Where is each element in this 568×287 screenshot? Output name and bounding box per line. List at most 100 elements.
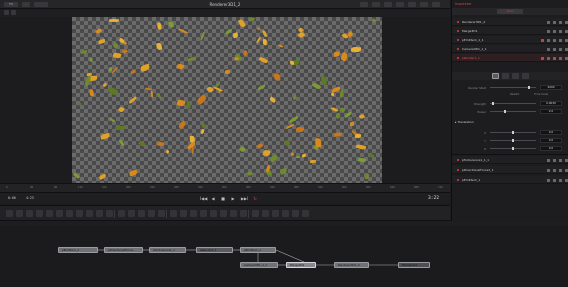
inspector-tool-pdirectionalforce[interactable]: pDirectionalForce2_1 xyxy=(452,166,568,174)
param-value[interactable]: 0.0 xyxy=(540,138,562,143)
render-sub-left[interactable]: Restart xyxy=(510,93,519,96)
tool-button-22[interactable] xyxy=(220,210,227,217)
lock-icon[interactable] xyxy=(559,29,562,33)
timecode-end[interactable]: 4:23 xyxy=(26,196,34,200)
tool-button-6[interactable] xyxy=(56,210,63,217)
pin-icon[interactable] xyxy=(553,47,556,51)
inspector-tool-merge[interactable]: Merge3D1 xyxy=(452,27,568,35)
render-sub-right[interactable]: Time Scale xyxy=(534,93,548,96)
node-prender[interactable]: pRender1_1 xyxy=(196,247,233,253)
param-value[interactable]: 0.0 xyxy=(540,130,562,135)
viewer-canvas[interactable] xyxy=(0,17,450,183)
param-value[interactable]: 2000 xyxy=(540,85,562,90)
inspector-tool-prender[interactable]: pRender1_1 xyxy=(452,54,568,62)
pin-icon[interactable] xyxy=(553,168,556,172)
tool-button-28[interactable] xyxy=(282,210,289,217)
timecode-current[interactable]: 3:22 xyxy=(428,196,439,201)
tool-button-5[interactable] xyxy=(46,210,53,217)
param-value[interactable]: 2.0 xyxy=(540,109,562,114)
viewer-option-4[interactable] xyxy=(396,2,404,7)
lock-icon[interactable] xyxy=(559,47,562,51)
param-slider[interactable] xyxy=(490,86,536,89)
param-slider[interactable] xyxy=(490,102,536,105)
subview-icon[interactable] xyxy=(4,10,9,15)
reverse-play-button[interactable]: ◀ xyxy=(210,196,216,202)
tool-button-25[interactable] xyxy=(252,210,259,217)
tool-button-15[interactable] xyxy=(148,210,155,217)
tab-controls[interactable] xyxy=(492,73,499,79)
translation-header[interactable]: ▸ Translation xyxy=(455,120,474,124)
tool-button-16[interactable] xyxy=(158,210,165,217)
lock-icon[interactable] xyxy=(559,168,562,172)
version-icon[interactable] xyxy=(547,178,550,182)
tool-button-13[interactable] xyxy=(128,210,135,217)
lock-icon[interactable] xyxy=(559,56,562,60)
lock-icon[interactable] xyxy=(559,38,562,42)
tool-button-4[interactable] xyxy=(36,210,43,217)
tool-button-30[interactable] xyxy=(302,210,309,217)
tool-button-21[interactable] xyxy=(210,210,217,217)
lock-icon[interactable] xyxy=(559,158,562,162)
tool-button-23[interactable] xyxy=(230,210,237,217)
viewer-option-1[interactable] xyxy=(360,2,368,7)
node-pdirectionalforce[interactable]: pDirectionalForce... xyxy=(104,247,143,253)
pin-icon[interactable] xyxy=(553,158,556,162)
stop-icon[interactable]: ■ xyxy=(220,196,226,202)
tool-button-8[interactable] xyxy=(76,210,83,217)
version-icon[interactable] xyxy=(547,47,550,51)
tab-tools[interactable]: Tools xyxy=(497,9,523,14)
version-icon[interactable] xyxy=(547,168,550,172)
param-slider[interactable] xyxy=(490,147,536,150)
tool-button-29[interactable] xyxy=(292,210,299,217)
lock-icon[interactable] xyxy=(559,178,562,182)
slider-knob[interactable] xyxy=(512,147,514,150)
pin-icon[interactable] xyxy=(553,38,556,42)
viewer-option-6[interactable] xyxy=(420,2,428,7)
tool-button-24[interactable] xyxy=(240,210,247,217)
node-pemitter-2[interactable]: pEmitter1_1 xyxy=(240,247,276,253)
tool-button-17[interactable] xyxy=(170,210,177,217)
version-icon[interactable] xyxy=(547,29,550,33)
slider-knob[interactable] xyxy=(504,110,506,113)
tool-button-19[interactable] xyxy=(190,210,197,217)
param-slider[interactable] xyxy=(490,131,536,134)
param-value[interactable]: 0.0030 xyxy=(540,101,562,106)
tool-button-1[interactable] xyxy=(6,210,13,217)
node-mediaout[interactable]: MediaOut1 xyxy=(398,262,430,268)
tool-button-27[interactable] xyxy=(272,210,279,217)
pin-icon[interactable] xyxy=(553,178,556,182)
inspector-tool-renderer[interactable]: Renderer3D1_2 xyxy=(452,18,568,26)
tab-scene[interactable] xyxy=(512,73,519,79)
tab-settings[interactable] xyxy=(522,73,529,79)
viewer-option-5[interactable] xyxy=(408,2,416,7)
param-slider[interactable] xyxy=(490,110,536,113)
slider-knob[interactable] xyxy=(528,86,530,89)
play-icon[interactable]: ▶ xyxy=(230,196,236,202)
timeline-ruler[interactable]: 0 40 80 120 160 200 240 280 320 360 400 440 480 520 56… xyxy=(0,183,450,192)
tool-button-20[interactable] xyxy=(200,210,207,217)
inspector-tool-pemitter[interactable]: pEmitter1_1_1 xyxy=(452,36,568,44)
inspector-tool-pturbulence[interactable]: pTurbulence1_1_1 xyxy=(452,156,568,164)
param-value[interactable]: 0.0 xyxy=(540,146,562,151)
inspector-tool-camera[interactable]: Camera3D1_1_1 xyxy=(452,45,568,53)
pin-icon[interactable] xyxy=(553,29,556,33)
slider-knob[interactable] xyxy=(492,102,494,105)
view-options-button[interactable] xyxy=(34,2,48,7)
tool-button-26[interactable] xyxy=(262,210,269,217)
slider-knob[interactable] xyxy=(512,131,514,134)
tool-button-14[interactable] xyxy=(138,210,145,217)
go-to-start-button[interactable]: I◀◀ xyxy=(200,196,207,202)
tool-button-3[interactable] xyxy=(26,210,33,217)
inspector-tool-pemitter-lower[interactable]: pEmitter1_1 xyxy=(452,176,568,184)
tool-button-10[interactable] xyxy=(96,210,103,217)
viewer-menu-button[interactable] xyxy=(432,2,440,7)
version-icon[interactable] xyxy=(547,20,550,24)
tool-button-12[interactable] xyxy=(118,210,125,217)
timecode-start[interactable]: 0:00 xyxy=(8,196,16,200)
node-camera3d[interactable]: Camera3D1_1_1 xyxy=(240,262,278,268)
viewer-option-2[interactable] xyxy=(372,2,380,7)
pin-icon[interactable] xyxy=(553,56,556,60)
state-icon[interactable] xyxy=(541,56,544,60)
lock-icon[interactable] xyxy=(559,20,562,24)
tool-button-7[interactable] xyxy=(66,210,73,217)
